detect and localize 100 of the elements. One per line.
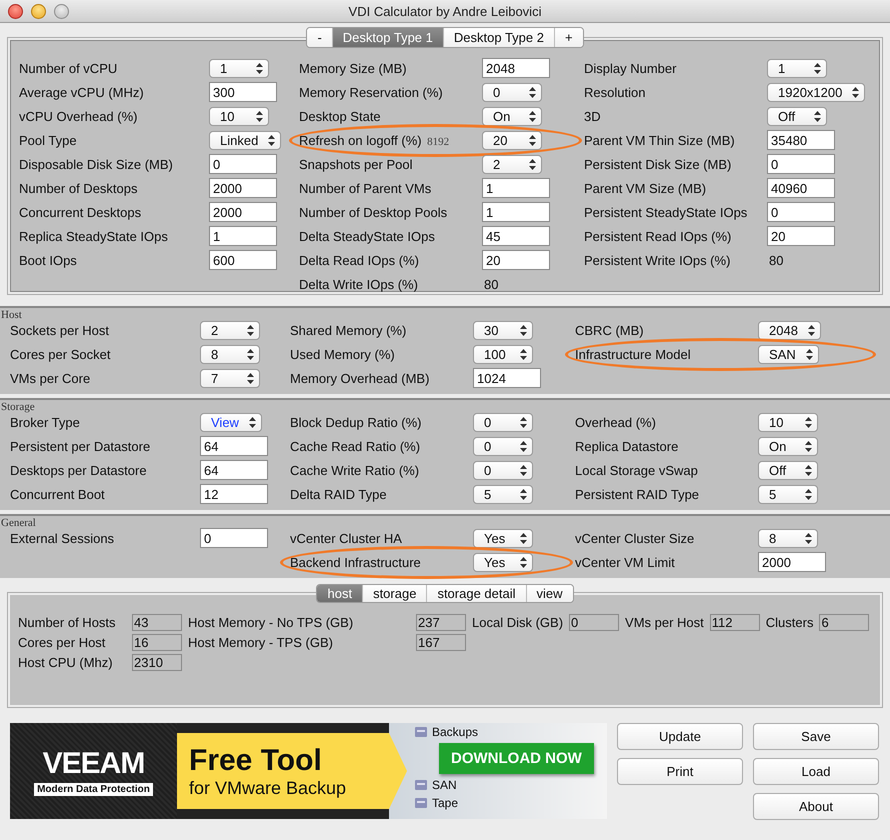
field-label: Cores per Socket	[10, 346, 112, 362]
minimize-icon[interactable]	[31, 4, 46, 19]
result-value: 237	[416, 614, 466, 631]
select-dropdown[interactable]: View	[200, 412, 262, 432]
select-dropdown[interactable]: Off	[758, 460, 818, 480]
input-field[interactable]: 600	[209, 250, 277, 270]
result-value: 167	[416, 634, 466, 651]
field-label: Replica Datastore	[575, 438, 680, 454]
push-button[interactable]: Print	[617, 758, 743, 785]
zoom-icon[interactable]	[54, 4, 69, 19]
input-field[interactable]: 2000	[209, 202, 277, 222]
select-dropdown[interactable]: 1	[209, 58, 269, 78]
select-dropdown[interactable]: SAN	[758, 344, 819, 364]
select-dropdown[interactable]: 10	[209, 106, 269, 126]
field-label: Persistent SteadyState IOps	[584, 204, 748, 220]
input-field[interactable]: 300	[209, 82, 277, 102]
field-label: Memory Size (MB)	[299, 60, 408, 76]
select-dropdown[interactable]: 5	[473, 484, 533, 504]
input-field[interactable]: 1	[482, 178, 550, 198]
input-field[interactable]: 2000	[758, 552, 826, 572]
input-field[interactable]: 2048	[482, 58, 550, 78]
tree-item: SAN	[432, 778, 457, 792]
input-field[interactable]: 20	[482, 250, 550, 270]
input-field[interactable]: 12	[200, 484, 268, 504]
select-dropdown[interactable]: 2	[200, 320, 260, 340]
stepper-arrows-icon	[805, 440, 812, 452]
field-label: Persistent Read IOps (%)	[584, 228, 732, 244]
push-button[interactable]: About	[753, 793, 879, 820]
select-dropdown[interactable]: 30	[473, 320, 533, 340]
select-dropdown[interactable]: On	[482, 106, 542, 126]
select-dropdown[interactable]: 2048	[758, 320, 821, 340]
close-icon[interactable]	[8, 4, 23, 19]
push-button[interactable]: Load	[753, 758, 879, 785]
tab[interactable]: -	[307, 28, 333, 47]
select-dropdown[interactable]: 8	[758, 528, 818, 548]
input-field[interactable]: 64	[200, 436, 268, 456]
result-value: 16	[132, 634, 182, 651]
input-field[interactable]: 64	[200, 460, 268, 480]
select-dropdown[interactable]: Yes	[473, 552, 533, 572]
select-dropdown[interactable]: 7	[200, 368, 260, 388]
stepper-arrows-icon	[805, 532, 812, 544]
tab[interactable]: view	[526, 585, 573, 602]
select-dropdown[interactable]: 1	[767, 58, 827, 78]
section-title: Storage	[1, 401, 35, 413]
stepper-arrows-icon	[520, 440, 527, 452]
input-field[interactable]: 35480	[767, 130, 835, 150]
select-dropdown[interactable]: Off	[767, 106, 827, 126]
tab[interactable]: Desktop Type 1	[332, 28, 444, 47]
input-field[interactable]: 1024	[473, 368, 541, 388]
result-value: 6	[819, 614, 870, 631]
tab[interactable]: +	[554, 28, 583, 47]
input-field[interactable]: 20	[767, 226, 835, 246]
tab[interactable]: host	[317, 585, 364, 602]
stepper-arrows-icon	[852, 86, 860, 98]
field-label: Broker Type	[10, 414, 81, 430]
field-label: Cache Write Ratio (%)	[290, 462, 420, 478]
input-field[interactable]: 45	[482, 226, 550, 246]
tab[interactable]: Desktop Type 2	[444, 28, 555, 47]
field-label: Backend Infrastructure	[290, 554, 422, 570]
input-field[interactable]: 40960	[767, 178, 835, 198]
field-value: 80	[768, 252, 784, 268]
drive-icon	[414, 725, 428, 739]
select-dropdown[interactable]: 0	[473, 460, 533, 480]
select-dropdown[interactable]: 0	[482, 82, 542, 102]
ad-banner[interactable]: VEEAM Modern Data Protection Free Tool for VMware Backup Backups DOWNLOAD NOW SAN Tape	[10, 723, 607, 819]
select-dropdown[interactable]: 2	[482, 154, 542, 174]
result-label: Cores per Host	[18, 635, 106, 650]
field-label: Delta SteadyState IOps	[299, 228, 436, 244]
select-dropdown[interactable]: Yes	[473, 528, 533, 548]
input-field[interactable]: 1	[209, 226, 277, 246]
result-label: VMs per Host	[625, 615, 704, 630]
stepper-arrows-icon	[520, 348, 527, 360]
stepper-arrows-icon	[247, 324, 254, 336]
select-dropdown[interactable]: 0	[473, 436, 533, 456]
input-field[interactable]: 2000	[209, 178, 277, 198]
result-label: Number of Hosts	[18, 615, 117, 630]
select-dropdown[interactable]: 0	[473, 412, 533, 432]
input-field[interactable]: 0	[209, 154, 277, 174]
input-field[interactable]: 0	[200, 528, 268, 548]
field-label: Persistent RAID Type	[575, 486, 700, 502]
select-dropdown[interactable]: 5	[758, 484, 818, 504]
select-dropdown[interactable]: 100	[473, 344, 533, 364]
stepper-arrows-icon	[805, 416, 812, 428]
tab[interactable]: storage	[363, 585, 428, 602]
result-value: 112	[710, 614, 760, 631]
input-field[interactable]: 0	[767, 154, 835, 174]
input-field[interactable]: 1	[482, 202, 550, 222]
field-label: Local Storage vSwap	[575, 462, 699, 478]
input-field[interactable]: 0	[767, 202, 835, 222]
select-dropdown[interactable]: 1920x1200	[767, 82, 866, 102]
push-button[interactable]: Save	[753, 723, 879, 750]
select-dropdown[interactable]: 20	[482, 130, 542, 150]
select-dropdown[interactable]: Linked	[209, 130, 282, 150]
select-dropdown[interactable]: 8	[200, 344, 260, 364]
tab[interactable]: storage detail	[427, 585, 526, 602]
stepper-arrows-icon	[248, 416, 256, 428]
push-button[interactable]: Update	[617, 723, 743, 750]
select-dropdown[interactable]: 10	[758, 412, 818, 432]
select-dropdown[interactable]: On	[758, 436, 818, 456]
stepper-arrows-icon	[805, 488, 812, 500]
